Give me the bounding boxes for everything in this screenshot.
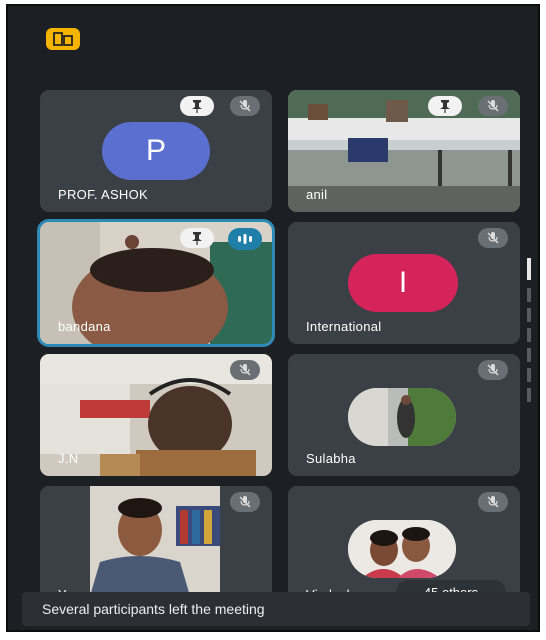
- mic-off-icon: [230, 96, 260, 116]
- pin-icon[interactable]: [180, 96, 214, 116]
- participant-tile-you[interactable]: You: [40, 486, 272, 606]
- layout-icon[interactable]: [46, 28, 80, 50]
- avatar-letter: P: [145, 134, 166, 167]
- participant-tile-international[interactable]: I International: [288, 222, 520, 344]
- participant-name: International: [306, 319, 382, 334]
- participant-tile-bandana[interactable]: bandana: [40, 222, 272, 344]
- participant-tile-prof-ashok[interactable]: P PROF. ASHOK: [40, 90, 272, 212]
- pin-icon[interactable]: [180, 228, 214, 248]
- notification-toast: Several participants left the meeting: [22, 592, 530, 626]
- avatar: I: [348, 254, 458, 312]
- mic-off-icon[interactable]: [230, 492, 260, 512]
- mic-off-icon: [230, 360, 260, 380]
- mic-off-icon: [478, 96, 508, 116]
- scrollbar-track[interactable]: [527, 288, 531, 408]
- mic-off-icon: [478, 228, 508, 248]
- scrollbar-thumb[interactable]: [527, 258, 531, 280]
- avatar: P: [102, 122, 210, 180]
- participant-name: bandana: [58, 319, 111, 334]
- participant-tile-jn[interactable]: J.N: [40, 354, 272, 476]
- participant-name: Sulabha: [306, 451, 356, 466]
- participant-name: anil: [306, 187, 328, 202]
- avatar-letter: I: [398, 266, 408, 299]
- pin-icon[interactable]: [428, 96, 462, 116]
- speaking-indicator-icon: [228, 228, 262, 250]
- participant-tile-sulabha[interactable]: Sulabha: [288, 354, 520, 476]
- avatar-photo: [348, 388, 456, 446]
- meeting-screen: P PROF. ASHOK anil bandana I Internation…: [6, 4, 540, 632]
- participant-name: J.N: [58, 451, 79, 466]
- participant-name: PROF. ASHOK: [58, 187, 148, 202]
- participant-tile-anil[interactable]: anil: [288, 90, 520, 212]
- mic-off-icon: [478, 360, 508, 380]
- avatar-photo: [348, 520, 456, 578]
- mic-off-icon: [478, 492, 508, 512]
- self-video-feed: [90, 486, 220, 596]
